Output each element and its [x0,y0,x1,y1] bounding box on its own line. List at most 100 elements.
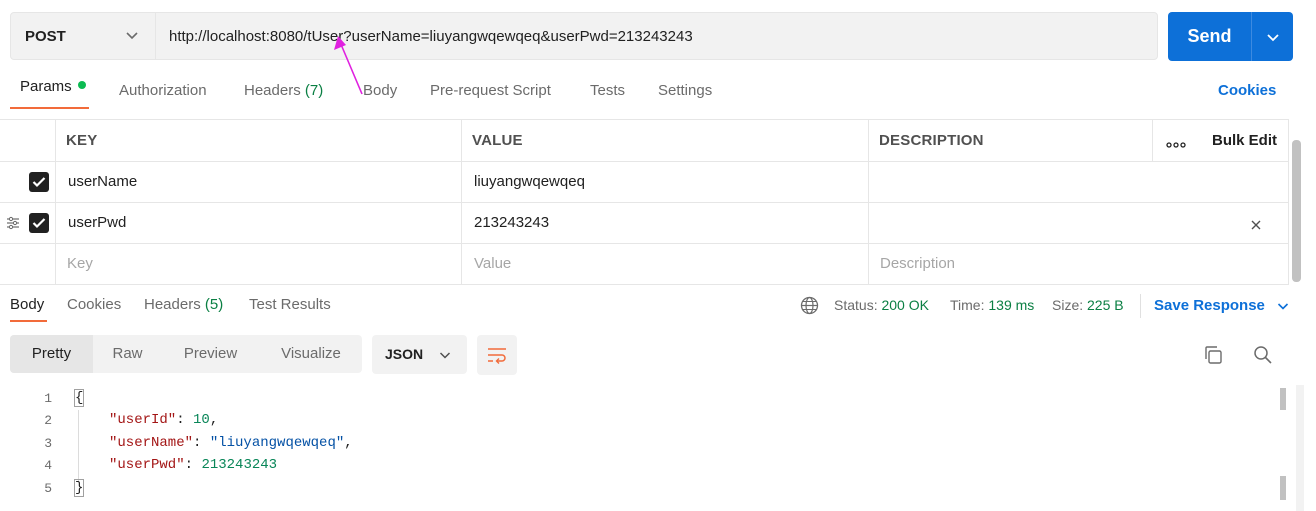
line-number: 3 [44,436,52,451]
tab-tests[interactable]: Tests [590,82,625,108]
tab-headers[interactable]: Headers (7) [244,82,323,108]
wrap-lines-button[interactable] [477,335,517,375]
line-number: 5 [44,481,52,496]
json-line: "userPwd": 213243243 [109,457,278,473]
json-key: "userPwd" [109,457,185,473]
bulk-edit-button[interactable]: Bulk Edit [1212,132,1277,149]
method-label: POST [25,27,66,45]
view-mode-visualize[interactable]: Visualize [272,335,350,373]
code-scrollbar[interactable] [1280,476,1286,500]
param-value[interactable]: liuyangwqewqeq [474,173,585,190]
new-description-input[interactable]: Description [880,255,955,272]
url-text: http://localhost:8080/tUser?userName=liu… [169,27,693,45]
tab-headers-label: Headers [244,82,301,99]
tab-params[interactable]: Params [20,78,86,104]
status-value: 200 OK [881,297,929,313]
json-close-brace: } [73,479,85,497]
json-key: "userId" [109,412,177,428]
page-scrollbar-track[interactable] [1296,385,1304,511]
tab-settings[interactable]: Settings [658,82,712,108]
delete-row-icon[interactable] [1251,217,1261,234]
indent-guide [78,410,79,482]
save-response-label: Save Response [1154,297,1265,314]
param-key[interactable]: userName [68,173,137,190]
tab-prerequest-label: Pre-request Script [430,82,551,99]
tab-body-label: Body [363,82,398,99]
json-line: "userId": 10, [109,412,219,428]
more-options-icon[interactable] [1166,136,1186,153]
column-header-key: KEY [66,132,98,149]
size-value: 225 B [1087,297,1124,313]
response-time: Time: 139 ms [950,297,1034,313]
row-checkbox[interactable] [29,213,49,233]
time-label: Time: [950,297,985,313]
table-col-divider [55,119,56,285]
column-header-value: VALUE [472,132,523,149]
response-size: Size: 225 B [1052,297,1124,313]
url-input[interactable]: http://localhost:8080/tUser?userName=liu… [155,12,1158,60]
chevron-down-icon [1277,303,1289,310]
params-active-dot [77,81,86,90]
view-mode-raw[interactable]: Raw [100,335,155,373]
tab-authorization[interactable]: Authorization [119,82,207,108]
status-divider [1140,294,1141,318]
response-tab-body[interactable]: Body [10,296,44,313]
tab-settings-label: Settings [658,82,713,99]
tab-prerequest-script[interactable]: Pre-request Script [430,82,551,108]
tab-authorization-label: Authorization [119,82,207,99]
tab-tests-label: Tests [590,82,626,99]
line-number: 2 [44,413,52,428]
line-number: 1 [44,391,52,406]
code-scrollbar[interactable] [1280,388,1286,410]
param-value[interactable]: 213243243 [474,214,549,231]
table-border-top [0,119,1289,120]
time-value: 139 ms [988,297,1035,313]
chevron-down-icon [125,28,139,46]
wrap-lines-icon [488,348,506,364]
globe-icon[interactable] [800,296,819,319]
send-button[interactable]: Send [1168,12,1293,61]
new-value-input[interactable]: Value [474,255,511,272]
json-comma: , [344,435,353,451]
response-tab-body-underline [10,320,47,322]
json-value: "liuyangwqewqeq" [209,435,345,451]
json-value: 213243243 [201,457,278,473]
size-label: Size: [1052,297,1084,313]
send-label: Send [1187,26,1232,46]
view-mode-group: Pretty Raw Preview Visualize [10,335,362,373]
line-number: 4 [44,458,52,473]
cookies-link[interactable]: Cookies [1218,82,1276,99]
view-mode-preview[interactable]: Preview [173,335,248,373]
table-col-divider [868,119,869,285]
new-key-input[interactable]: Key [67,255,93,272]
send-options-chevron-icon[interactable] [1252,12,1293,61]
json-open-brace: { [73,389,85,407]
method-select[interactable]: POST [10,12,156,60]
tab-headers-count: (7) [304,82,324,99]
search-icon[interactable] [1253,345,1273,369]
view-mode-pretty[interactable]: Pretty [10,335,93,373]
json-comma: , [209,412,219,428]
tab-params-label: Params [20,78,72,95]
copy-icon[interactable] [1203,345,1223,369]
response-tab-test-results[interactable]: Test Results [249,296,331,313]
response-tab-headers[interactable]: Headers (5) [144,296,223,313]
response-tab-cookies[interactable]: Cookies [67,296,121,313]
table-row-divider [0,243,1289,244]
drag-handle-icon[interactable] [6,216,20,234]
tab-params-underline [10,107,89,109]
table-col-divider [461,119,462,285]
status-label: Status: [834,297,878,313]
save-response-button[interactable]: Save Response [1154,297,1289,314]
response-tab-headers-label: Headers [144,296,201,313]
table-col-divider [1152,119,1153,161]
json-line: "userName": "liuyangwqewqeq", [109,435,353,451]
row-checkbox[interactable] [29,172,49,192]
tab-body[interactable]: Body [363,82,397,108]
param-key[interactable]: userPwd [68,214,126,231]
table-border-bottom [0,284,1289,285]
params-scrollbar[interactable] [1292,140,1301,282]
column-header-description: DESCRIPTION [879,132,984,149]
table-row-divider [0,202,1289,203]
language-select[interactable]: JSON [372,335,467,374]
